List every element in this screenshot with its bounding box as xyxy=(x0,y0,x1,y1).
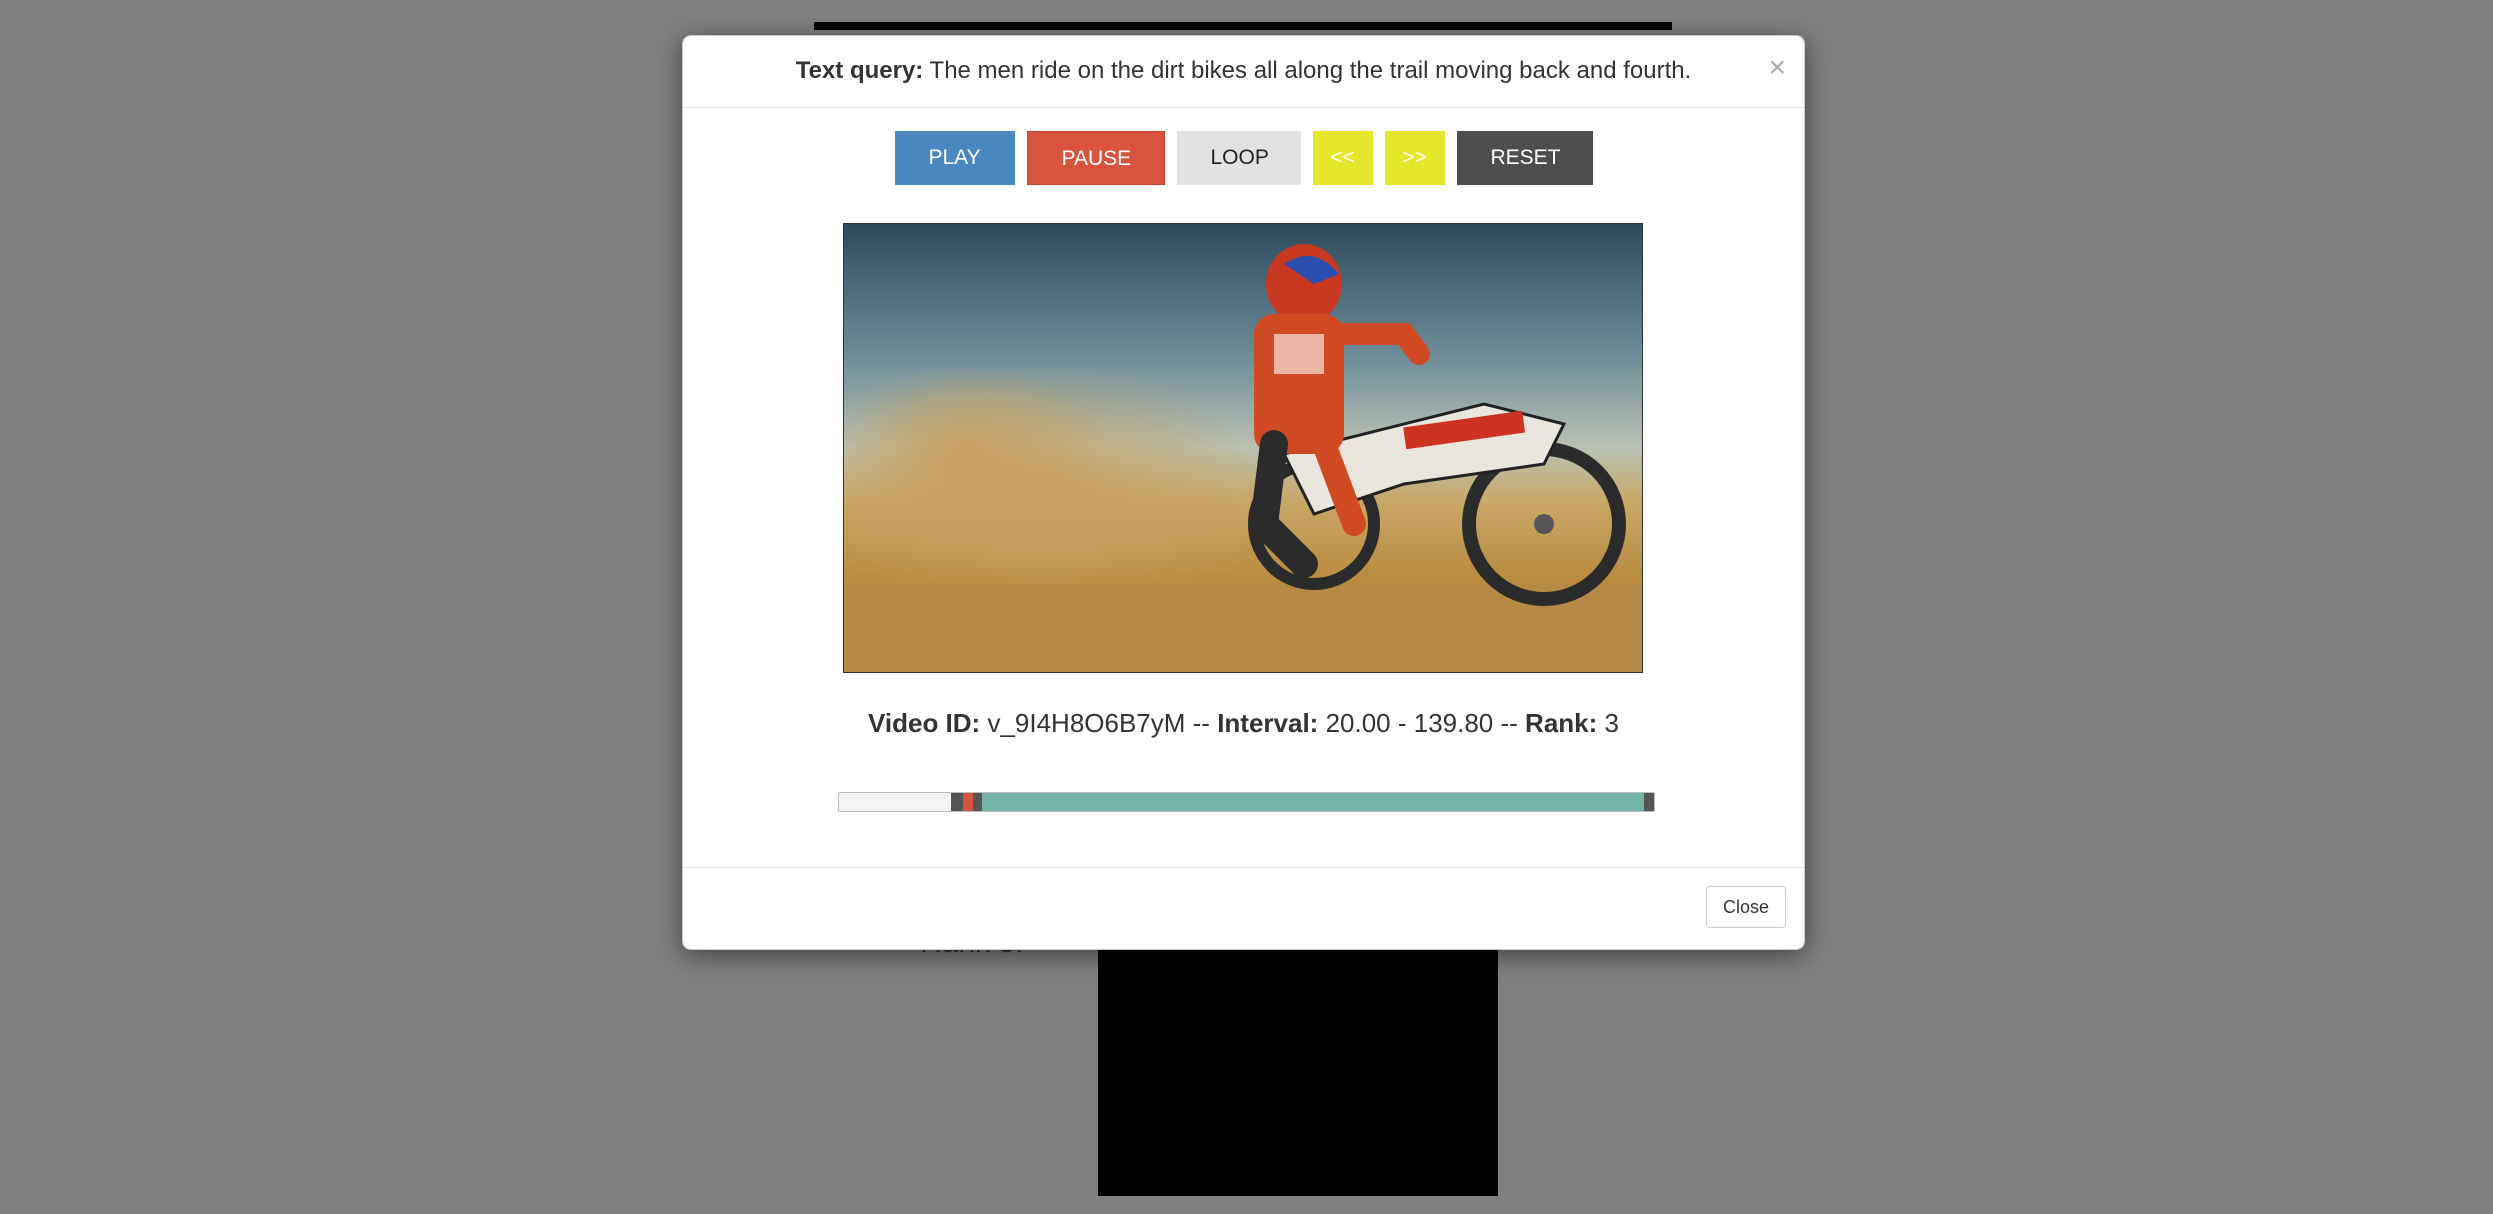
query-label: Text query: xyxy=(795,57,924,84)
info-separator-2: -- xyxy=(1493,708,1526,738)
info-separator-1: -- xyxy=(1185,708,1218,738)
close-icon[interactable]: × xyxy=(1768,46,1786,90)
video-frame[interactable] xyxy=(843,223,1643,673)
timeline-marker-2 xyxy=(972,793,983,811)
timeline-playhead xyxy=(962,793,973,811)
modal-header: Text query: The men ride on the dirt bik… xyxy=(683,36,1804,108)
video-id: v_9I4H8O6B7yM xyxy=(987,708,1186,738)
video-info: Video ID: v_9I4H8O6B7yM -- Interval: 20.… xyxy=(683,708,1804,739)
pause-button[interactable]: PAUSE xyxy=(1026,131,1165,185)
timeline-marker-end xyxy=(1644,793,1654,811)
loop-button[interactable]: LOOP xyxy=(1176,131,1301,185)
video-frame-image xyxy=(844,244,1642,672)
step-forward-button[interactable]: >> xyxy=(1384,131,1445,185)
step-back-button[interactable]: << xyxy=(1312,131,1373,185)
modal-footer: Close xyxy=(683,867,1804,949)
timeline-marker-start xyxy=(951,793,963,811)
timeline-interval xyxy=(982,793,1645,811)
close-button[interactable]: Close xyxy=(1706,886,1786,928)
play-button[interactable]: PLAY xyxy=(894,131,1015,185)
video-modal: Text query: The men ride on the dirt bik… xyxy=(682,35,1805,950)
background-top-bar xyxy=(814,22,1672,30)
video-id-label: Video ID: xyxy=(868,708,981,738)
rank-value: 3 xyxy=(1604,708,1619,738)
background-video xyxy=(1098,946,1498,1196)
video-timeline[interactable] xyxy=(838,792,1655,812)
interval-label: Interval: xyxy=(1217,708,1319,738)
query-text: The men ride on the dirt bikes all along… xyxy=(923,57,1692,84)
rank-label: Rank: xyxy=(1525,708,1598,738)
reset-button[interactable]: RESET xyxy=(1456,131,1593,185)
interval-value: 20.00 - 139.80 xyxy=(1325,708,1494,738)
playback-controls: PLAY PAUSE LOOP << >> RESET xyxy=(683,131,1804,185)
